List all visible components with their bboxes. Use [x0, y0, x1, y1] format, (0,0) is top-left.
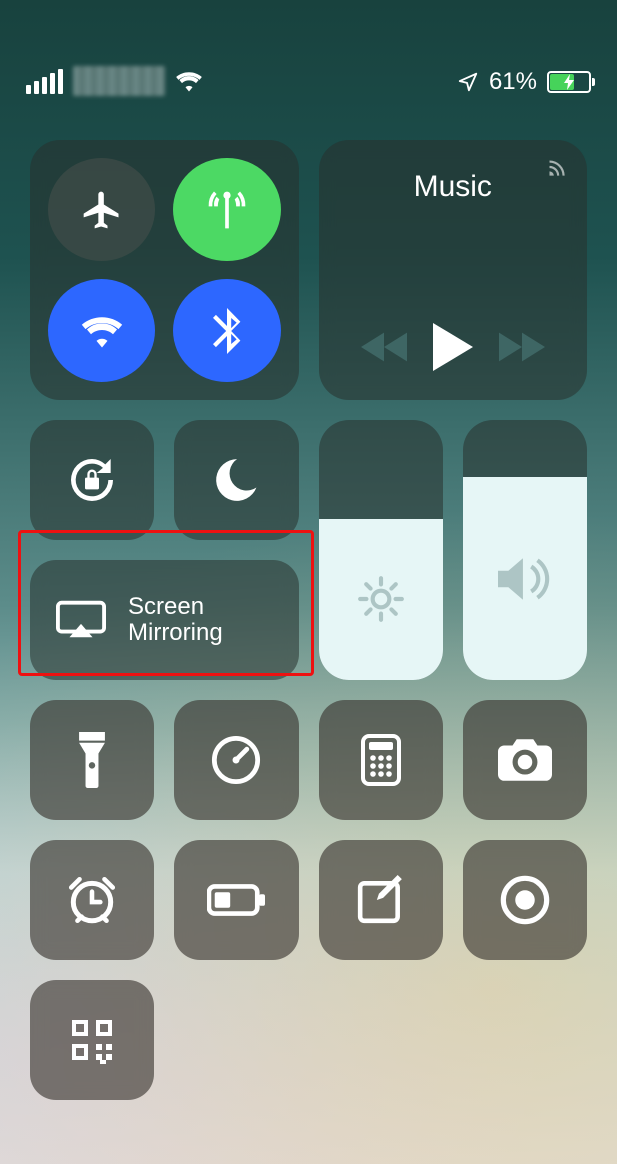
cellular-signal-icon	[26, 69, 63, 94]
wifi-icon	[80, 309, 124, 353]
camera-icon	[498, 739, 552, 781]
notes-button[interactable]	[319, 840, 443, 960]
brightness-icon	[356, 574, 406, 624]
rewind-button[interactable]	[361, 330, 407, 369]
timer-icon	[210, 734, 262, 786]
fast-forward-button[interactable]	[499, 330, 545, 369]
low-power-mode-button[interactable]	[174, 840, 298, 960]
cellular-antenna-icon	[205, 188, 249, 232]
status-bar: 61%	[0, 0, 617, 110]
calculator-icon	[360, 734, 402, 786]
play-button[interactable]	[431, 323, 475, 376]
alarm-clock-icon	[65, 874, 119, 926]
airplane-mode-toggle[interactable]	[48, 158, 155, 261]
bluetooth-toggle[interactable]	[173, 279, 280, 382]
screen-record-button[interactable]	[463, 840, 587, 960]
flashlight-icon	[74, 732, 110, 788]
airplane-icon	[80, 188, 124, 232]
location-icon	[457, 71, 479, 93]
screen-mirroring-button[interactable]: Screen Mirroring	[30, 560, 299, 680]
wifi-icon	[175, 70, 203, 92]
do-not-disturb-toggle[interactable]	[174, 420, 298, 540]
bluetooth-icon	[212, 308, 242, 354]
cellular-data-toggle[interactable]	[173, 158, 280, 261]
alarm-button[interactable]	[30, 840, 154, 960]
flashlight-button[interactable]	[30, 700, 154, 820]
record-icon	[499, 874, 551, 926]
battery-icon	[207, 884, 265, 916]
airplay-indicator-icon	[543, 154, 569, 185]
orientation-lock-toggle[interactable]	[30, 420, 154, 540]
media-controls[interactable]: Music	[319, 140, 588, 400]
orientation-lock-icon	[64, 452, 120, 508]
moon-icon	[211, 455, 261, 505]
qr-scanner-button[interactable]	[30, 980, 154, 1100]
compose-icon	[356, 875, 406, 925]
timer-button[interactable]	[174, 700, 298, 820]
brightness-slider[interactable]	[319, 420, 443, 680]
screen-mirroring-icon	[56, 599, 106, 641]
volume-slider[interactable]	[463, 420, 587, 680]
carrier-name-redacted	[73, 66, 165, 96]
calculator-button[interactable]	[319, 700, 443, 820]
volume-icon	[498, 556, 552, 602]
camera-button[interactable]	[463, 700, 587, 820]
battery-percent: 61%	[489, 68, 537, 96]
connectivity-group	[30, 140, 299, 400]
battery-icon	[547, 71, 591, 93]
media-title: Music	[414, 170, 492, 204]
qr-code-icon	[68, 1016, 116, 1064]
wifi-toggle[interactable]	[48, 279, 155, 382]
screen-mirroring-label: Screen Mirroring	[128, 594, 223, 647]
